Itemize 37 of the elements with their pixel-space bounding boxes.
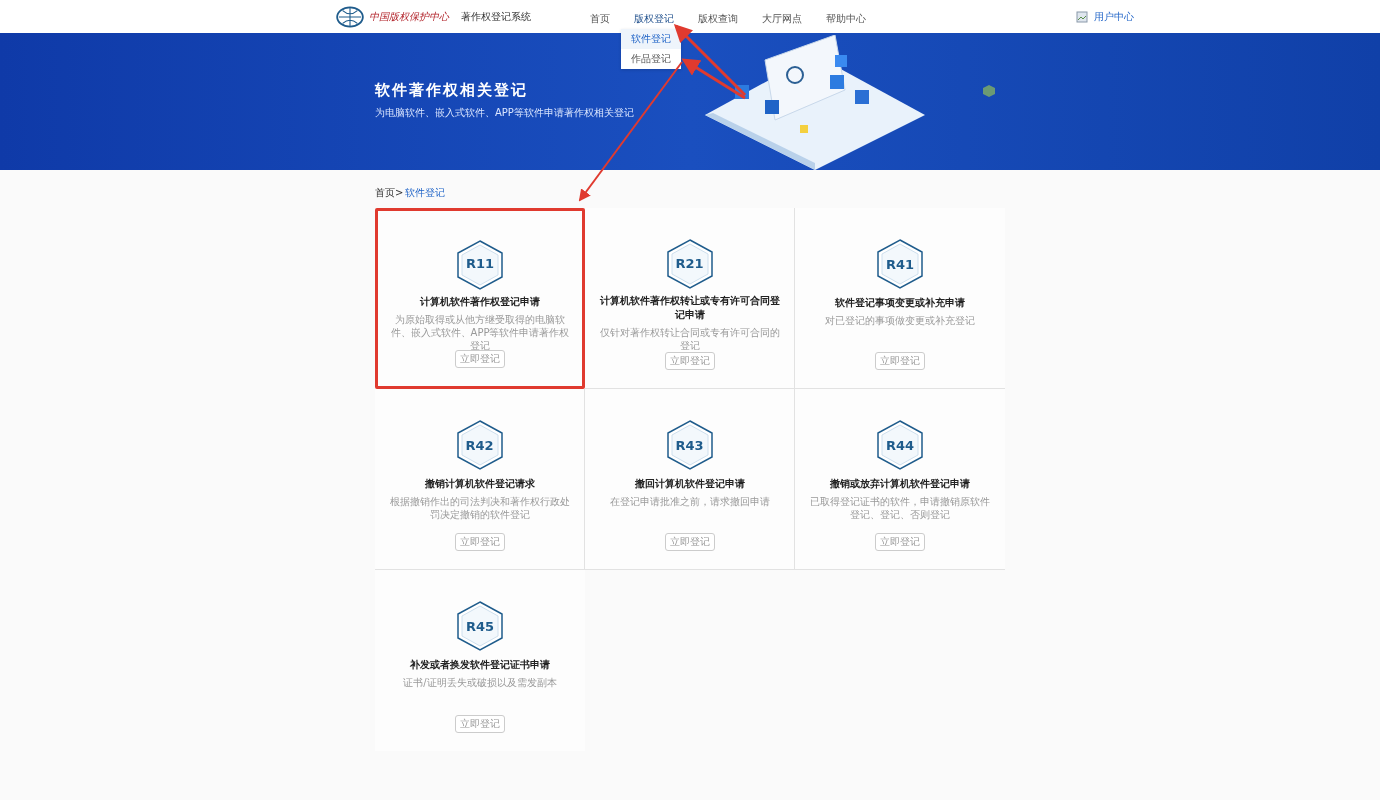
hexagon-code-badge: R43 bbox=[665, 419, 714, 471]
nav-link[interactable]: 大厅网点 bbox=[762, 13, 802, 24]
card-title: 计算机软件著作权转让或专有许可合同登记申请 bbox=[598, 294, 781, 322]
globe-logo-icon bbox=[335, 5, 365, 28]
card-description: 已取得登记证书的软件，申请撤销原软件登记、登记、否则登记 bbox=[809, 495, 991, 521]
card-title: 撤销计算机软件登记请求 bbox=[424, 477, 535, 491]
user-center-link[interactable]: 用户中心 bbox=[1094, 9, 1134, 24]
card-description: 根据撤销作出的司法判决和著作权行政处罚决定撤销的软件登记 bbox=[388, 495, 571, 521]
hero-title: 软件著作权相关登记 bbox=[375, 81, 529, 100]
dropdown-item[interactable]: 软件登记 bbox=[621, 29, 681, 49]
logo-text: 中国版权保护中心 bbox=[369, 9, 449, 24]
hexagon-code-badge: R44 bbox=[876, 419, 924, 471]
system-name: 著作权登记系统 bbox=[461, 9, 531, 24]
hexagon-code-badge: R21 bbox=[665, 238, 714, 288]
card-title: 撤销或放弃计算机软件登记申请 bbox=[830, 477, 970, 491]
hexagon-code-badge: R45 bbox=[456, 600, 504, 652]
nav-link[interactable]: 版权查询 bbox=[698, 13, 738, 24]
nav-link[interactable]: 首页 bbox=[590, 13, 610, 24]
broken-image-icon bbox=[1076, 10, 1088, 23]
hexagon-code-badge: R42 bbox=[455, 419, 504, 471]
breadcrumb-current: 软件登记 bbox=[405, 187, 446, 198]
card-title: 软件登记事项变更或补充申请 bbox=[835, 296, 965, 310]
card-title: 撤回计算机软件登记申请 bbox=[634, 477, 745, 491]
card-description: 仅针对著作权转让合同或专有许可合同的登记 bbox=[598, 326, 781, 352]
hexagon-code-badge: R11 bbox=[456, 239, 504, 289]
card-description: 对已登记的事项做变更或补充登记 bbox=[825, 314, 975, 328]
card-title: 计算机软件著作权登记申请 bbox=[420, 294, 540, 309]
card-title: 补发或者换发软件登记证书申请 bbox=[410, 658, 550, 672]
breadcrumb-home-link[interactable]: 首页> bbox=[375, 187, 404, 198]
card-description: 在登记申请批准之前，请求撤回申请 bbox=[609, 495, 770, 509]
dropdown-item[interactable]: 作品登记 bbox=[621, 49, 681, 69]
nav-link[interactable]: 版权登记 bbox=[634, 13, 674, 24]
hero-subtitle: 为电脑软件、嵌入式软件、APP等软件申请著作权相关登记 bbox=[375, 106, 635, 120]
hexagon-code-badge: R41 bbox=[876, 238, 924, 290]
card-description: 为原始取得或从他方继受取得的电脑软件、嵌入式软件、APP等软件申请著作权登记 bbox=[390, 312, 570, 350]
nav-link[interactable]: 帮助中心 bbox=[826, 13, 866, 24]
card-description: 证书/证明丢失或破损以及需发副本 bbox=[403, 676, 557, 690]
